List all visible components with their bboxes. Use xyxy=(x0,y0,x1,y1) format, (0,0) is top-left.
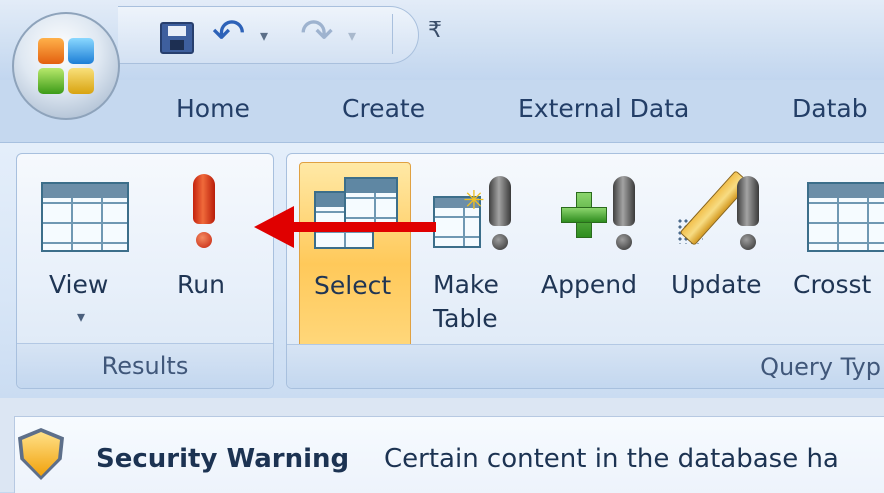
gray-exclamation-icon xyxy=(609,176,639,256)
crosstab-label: Crosst xyxy=(793,270,872,299)
tab-database-tools[interactable]: Datab xyxy=(792,94,868,123)
customize-qat-icon[interactable]: ₹ xyxy=(428,18,442,43)
annotation-arrow-shaft xyxy=(288,222,436,232)
update-label: Update xyxy=(671,270,762,299)
tab-home[interactable]: Home xyxy=(176,94,250,123)
run-label: Run xyxy=(177,270,225,299)
view-button[interactable]: View ▾ xyxy=(35,170,135,340)
security-warning-title: Security Warning xyxy=(96,444,350,474)
undo-icon[interactable]: ↶ xyxy=(212,14,246,54)
make-table-button[interactable]: ✳ Make Table xyxy=(423,170,523,350)
redo-icon[interactable]: ↷ xyxy=(300,14,334,54)
make-table-label-line1: Make xyxy=(433,270,499,299)
update-button[interactable]: Update xyxy=(671,170,781,340)
ribbon-tabs: Home Create External Data Datab xyxy=(0,80,884,142)
exclamation-icon xyxy=(189,174,219,254)
security-warning-bar: Security Warning Certain content in the … xyxy=(0,398,884,493)
undo-dropdown-icon[interactable]: ▾ xyxy=(260,26,268,45)
crosstab-query-icon xyxy=(807,182,884,252)
qat-divider xyxy=(392,14,393,54)
results-group: View ▾ Run Results xyxy=(16,153,274,389)
gray-exclamation-icon xyxy=(733,176,763,256)
table-grid-icon xyxy=(41,182,129,252)
save-icon[interactable] xyxy=(160,22,194,54)
append-label: Append xyxy=(541,270,637,299)
office-logo-icon xyxy=(38,38,94,94)
select-label: Select xyxy=(314,271,392,300)
office-button[interactable] xyxy=(12,12,120,120)
view-dropdown-icon: ▾ xyxy=(77,307,86,326)
sparkle-icon: ✳ xyxy=(463,186,485,216)
crosstab-button[interactable]: Crosst xyxy=(793,170,884,340)
ribbon: View ▾ Run Results Select ✳ Make Table A… xyxy=(0,142,884,399)
append-button[interactable]: Append xyxy=(541,170,661,340)
redo-dropdown-icon[interactable]: ▾ xyxy=(348,26,356,45)
gray-exclamation-icon xyxy=(485,176,515,256)
tab-create[interactable]: Create xyxy=(342,94,425,123)
query-type-group-label: Query Typ xyxy=(287,344,884,388)
run-button[interactable]: Run xyxy=(159,170,249,340)
annotation-arrow-head xyxy=(254,206,294,248)
results-group-label: Results xyxy=(17,343,273,388)
query-type-group: Select ✳ Make Table Append Update Crosst… xyxy=(286,153,884,389)
tab-external-data[interactable]: External Data xyxy=(518,94,689,123)
security-warning-message: Certain content in the database ha xyxy=(384,444,839,474)
view-label: View xyxy=(49,270,109,299)
make-table-label-line2: Table xyxy=(433,304,498,333)
append-query-icon xyxy=(561,192,607,238)
title-bar xyxy=(0,0,884,80)
select-button[interactable]: Select xyxy=(299,162,411,348)
